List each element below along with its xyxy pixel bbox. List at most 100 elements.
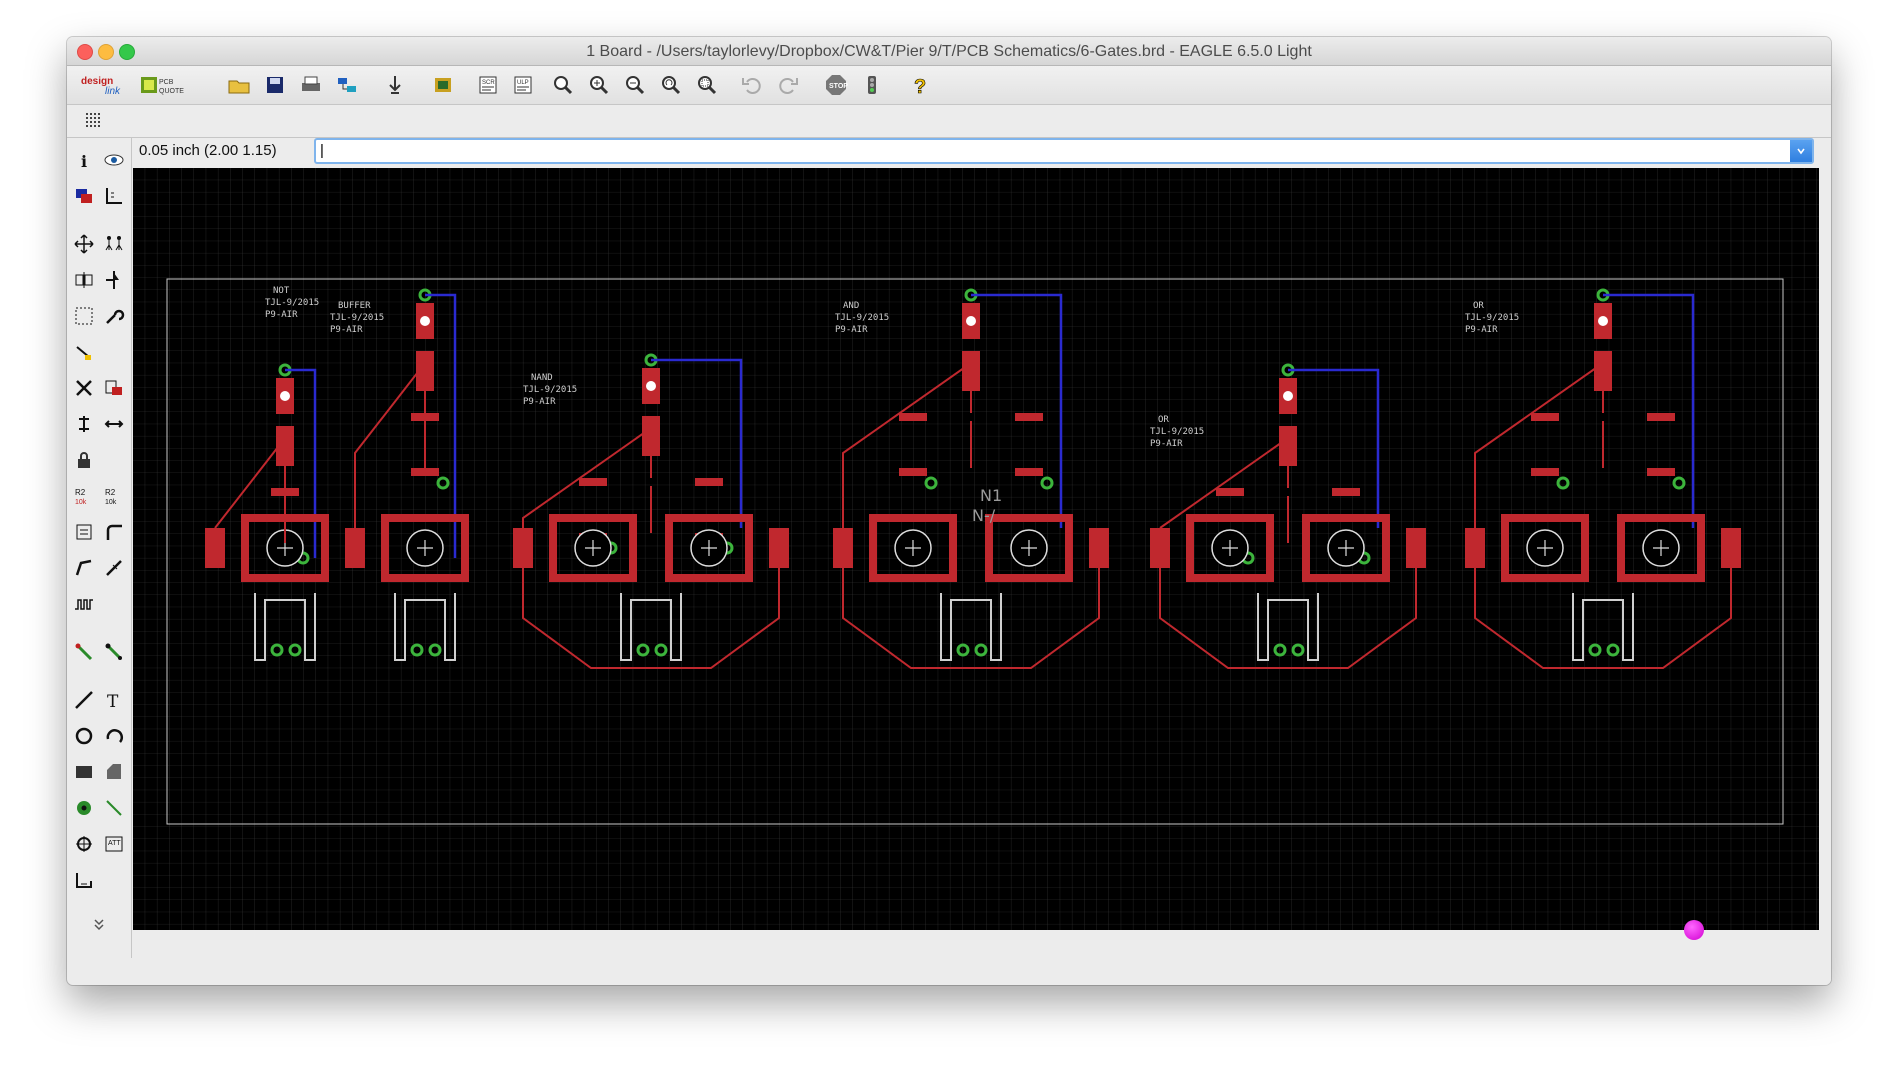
save-button[interactable] bbox=[260, 71, 290, 99]
pinswap-button[interactable] bbox=[70, 410, 98, 438]
arc-button[interactable] bbox=[100, 722, 128, 750]
zoom-out-button[interactable] bbox=[620, 71, 650, 99]
go-icon bbox=[868, 76, 876, 94]
side-pad-left bbox=[833, 528, 853, 568]
ripup-button[interactable] bbox=[100, 554, 128, 582]
command-history-dropdown[interactable] bbox=[1790, 140, 1812, 162]
svg-text:R2: R2 bbox=[75, 488, 86, 497]
mirror-button[interactable] bbox=[70, 266, 98, 294]
hole-button[interactable] bbox=[70, 830, 98, 858]
dimension-button[interactable] bbox=[70, 866, 98, 894]
delete-icon bbox=[76, 380, 92, 396]
smd-pad bbox=[411, 413, 439, 421]
open-button[interactable] bbox=[224, 71, 254, 99]
miter-button[interactable] bbox=[100, 518, 128, 546]
designlink-button[interactable]: design link bbox=[79, 71, 135, 99]
undo-button[interactable] bbox=[737, 71, 767, 99]
lock-button[interactable] bbox=[70, 446, 98, 474]
smd-pad bbox=[899, 468, 927, 476]
save-icon bbox=[267, 77, 283, 93]
attribute-button[interactable]: ATT bbox=[100, 830, 128, 858]
go-button[interactable] bbox=[857, 71, 887, 99]
board-button[interactable] bbox=[428, 71, 458, 99]
zoom-in-button[interactable] bbox=[584, 71, 614, 99]
zoom-redraw-icon bbox=[662, 76, 681, 95]
value-button[interactable]: R2 10k bbox=[100, 482, 128, 510]
add-button[interactable] bbox=[100, 374, 128, 402]
redo-button[interactable] bbox=[773, 71, 803, 99]
delete-button[interactable] bbox=[70, 374, 98, 402]
autorouter-button[interactable] bbox=[100, 638, 128, 666]
mark-button[interactable] bbox=[100, 182, 128, 210]
svg-text:i: i bbox=[81, 152, 87, 171]
zoom-redraw-button[interactable] bbox=[656, 71, 686, 99]
board-drawing[interactable]: NOT TJL-9/2015 P9-AIR BUFFER TJL-9/2015 P9-AI… bbox=[133, 168, 1819, 930]
rect-button[interactable] bbox=[70, 758, 98, 786]
show-button[interactable] bbox=[100, 146, 128, 174]
signal-button[interactable] bbox=[100, 794, 128, 822]
info-button[interactable]: i bbox=[70, 146, 98, 174]
smash-icon: R210k bbox=[75, 488, 87, 506]
status-bar bbox=[133, 931, 1831, 985]
change-button[interactable] bbox=[100, 302, 128, 330]
ulp-button[interactable]: ULP bbox=[508, 71, 538, 99]
display-button[interactable] bbox=[70, 182, 98, 210]
route-button[interactable] bbox=[70, 554, 98, 582]
via-icon bbox=[77, 801, 91, 815]
gate-code-label: P9-AIR bbox=[1150, 439, 1183, 449]
pcb-quote-button[interactable]: PCB QUOTE bbox=[139, 71, 187, 99]
polygon-icon bbox=[107, 764, 121, 779]
gate-code-label: P9-AIR bbox=[1465, 325, 1498, 335]
line-button[interactable] bbox=[70, 686, 98, 714]
smd-pad bbox=[1531, 468, 1559, 476]
app-window: 1 Board - /Users/taylorlevy/Dropbox/CW&T… bbox=[67, 37, 1831, 985]
wire-button[interactable] bbox=[70, 638, 98, 666]
replace-button[interactable] bbox=[100, 410, 128, 438]
gate-date-label: TJL-9/2015 bbox=[523, 385, 577, 395]
circle-icon bbox=[75, 727, 93, 745]
svg-text:STOP: STOP bbox=[829, 83, 848, 90]
stop-button[interactable]: STOP bbox=[821, 71, 851, 99]
script-icon: SCR bbox=[479, 76, 497, 94]
svg-text:link: link bbox=[105, 86, 121, 97]
smd-pad bbox=[579, 478, 607, 486]
text-button[interactable]: T bbox=[100, 686, 128, 714]
help-icon: ? bbox=[914, 76, 927, 97]
help-button[interactable]: ? bbox=[905, 71, 935, 99]
gate-code-label: P9-AIR bbox=[835, 325, 868, 335]
autorouter-icon bbox=[105, 643, 123, 661]
svg-text:SCR: SCR bbox=[482, 80, 495, 86]
move-button[interactable] bbox=[70, 230, 98, 258]
via-button[interactable] bbox=[70, 794, 98, 822]
import-button[interactable] bbox=[380, 71, 410, 99]
circle-button[interactable] bbox=[70, 722, 98, 750]
split-button[interactable] bbox=[70, 518, 98, 546]
grid-button[interactable] bbox=[79, 107, 109, 135]
part-label-n-slash: N-/ bbox=[972, 506, 996, 525]
meander-button[interactable] bbox=[70, 590, 98, 618]
group-button[interactable] bbox=[70, 302, 98, 330]
paste-button[interactable] bbox=[70, 338, 98, 366]
zoom-fit-button[interactable] bbox=[548, 71, 578, 99]
part-label-n1: N1 bbox=[980, 486, 1002, 505]
polygon-button[interactable] bbox=[100, 758, 128, 786]
line-icon bbox=[75, 691, 93, 709]
more-tools-button[interactable] bbox=[85, 910, 113, 938]
script-button[interactable]: SCR bbox=[473, 71, 503, 99]
smd-pad bbox=[899, 413, 927, 421]
smd-pad bbox=[1647, 413, 1675, 421]
zoom-select-button[interactable] bbox=[692, 71, 722, 99]
print-button[interactable] bbox=[296, 71, 326, 99]
rotate-button[interactable] bbox=[100, 266, 128, 294]
command-input[interactable]: | bbox=[314, 138, 1814, 164]
move-icon bbox=[74, 234, 94, 254]
led-marker bbox=[1283, 391, 1293, 401]
board-canvas[interactable]: NOT TJL-9/2015 P9-AIR BUFFER TJL-9/2015 P9-AI… bbox=[133, 168, 1819, 930]
cam-button[interactable] bbox=[332, 71, 362, 99]
window-title: 1 Board - /Users/taylorlevy/Dropbox/CW&T… bbox=[586, 43, 1312, 60]
wrench-icon bbox=[106, 309, 125, 324]
parameter-toolbar bbox=[67, 105, 1831, 138]
rotate-icon bbox=[106, 271, 119, 289]
smash-button[interactable]: R2 10k bbox=[70, 482, 98, 510]
copy-button[interactable] bbox=[100, 230, 128, 258]
